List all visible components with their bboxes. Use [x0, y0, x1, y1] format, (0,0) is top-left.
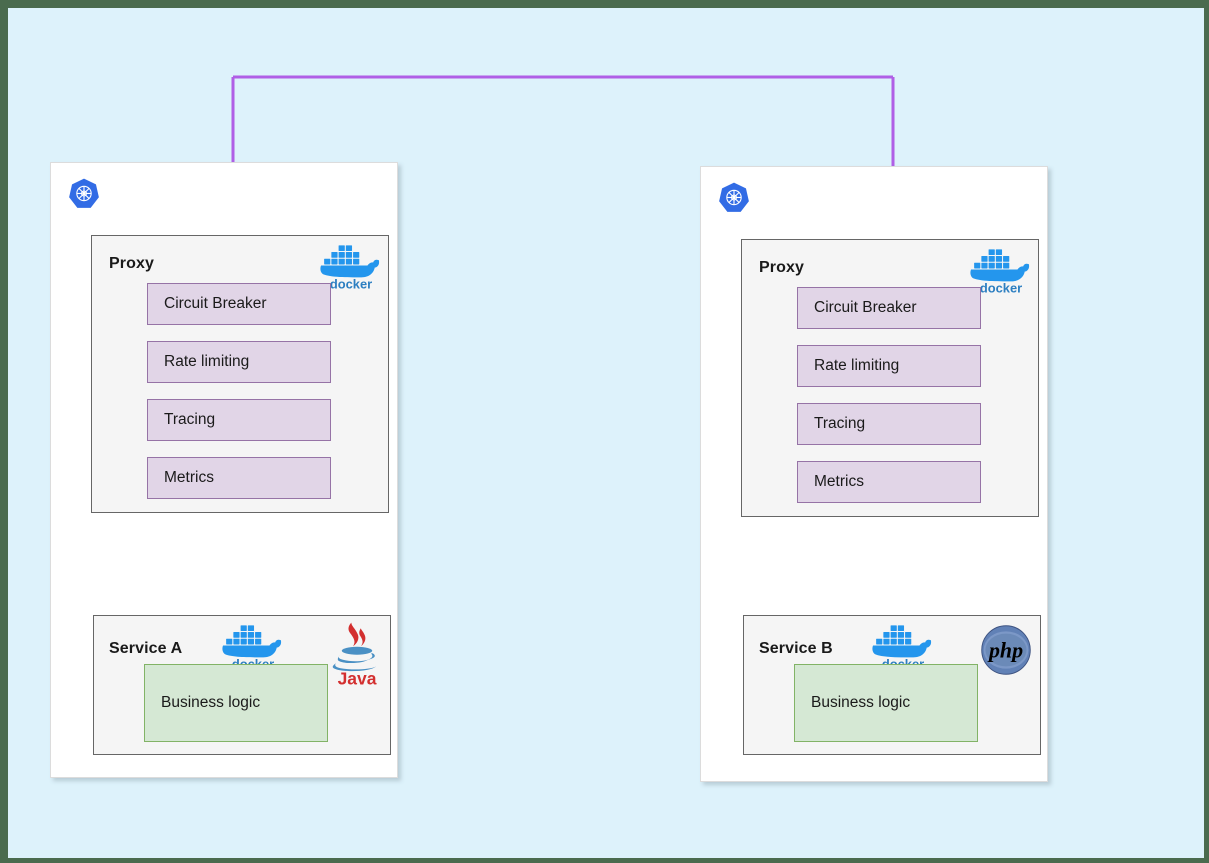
diagram-frame: Proxy docker Circuit Breaker Rate limiti…	[0, 0, 1209, 863]
feature-chip[interactable]: Rate limiting	[147, 341, 331, 383]
feature-chip[interactable]: Tracing	[147, 399, 331, 441]
service-title-a: Service A	[109, 640, 183, 657]
svg-text:Java: Java	[338, 669, 377, 688]
service-box-a[interactable]: Service A Java Business logic	[93, 615, 391, 755]
proxy-box-a[interactable]: Proxy docker Circuit Breaker Rate limiti…	[91, 235, 389, 513]
php-icon: php	[978, 622, 1034, 678]
feature-chip[interactable]: Tracing	[797, 403, 981, 445]
proxy-title-b: Proxy	[759, 259, 804, 276]
feature-chip[interactable]: Circuit Breaker	[797, 287, 981, 329]
service-box-b[interactable]: Service B php Business logic	[743, 615, 1041, 755]
feature-chip[interactable]: Circuit Breaker	[147, 283, 331, 325]
feature-chip[interactable]: Metrics	[797, 461, 981, 503]
diagram-canvas: Proxy docker Circuit Breaker Rate limiti…	[8, 8, 1204, 858]
kubernetes-icon	[717, 181, 751, 215]
business-logic-box[interactable]: Business logic	[144, 664, 328, 742]
svg-text:php: php	[987, 637, 1023, 662]
feature-chip[interactable]: Metrics	[147, 457, 331, 499]
service-title-b: Service B	[759, 640, 833, 657]
kubernetes-icon	[67, 177, 101, 211]
kubernetes-cluster-a[interactable]: Proxy docker Circuit Breaker Rate limiti…	[50, 162, 398, 778]
proxy-title-a: Proxy	[109, 255, 154, 272]
proxy-box-b[interactable]: Proxy docker Circuit Breaker Rate limiti…	[741, 239, 1039, 517]
business-logic-box[interactable]: Business logic	[794, 664, 978, 742]
feature-chip[interactable]: Rate limiting	[797, 345, 981, 387]
java-icon: Java	[326, 618, 388, 689]
svg-text:docker: docker	[980, 281, 1022, 295]
svg-text:docker: docker	[330, 277, 372, 291]
kubernetes-cluster-b[interactable]: Proxy docker Circuit Breaker Rate limiti…	[700, 166, 1048, 782]
